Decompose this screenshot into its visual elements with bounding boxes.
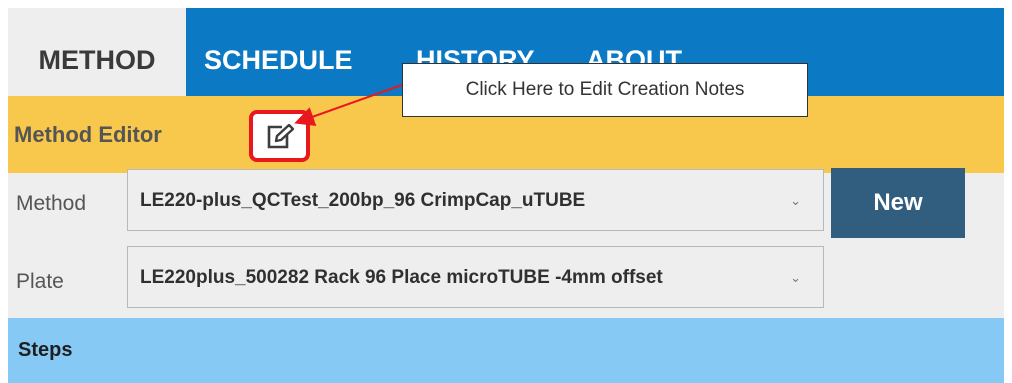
new-method-button[interactable]: New [831, 168, 965, 238]
method-select-value: LE220-plus_QCTest_200bp_96 CrimpCap_uTUB… [140, 190, 586, 211]
steps-label: Steps [18, 339, 73, 361]
edit-icon [267, 124, 294, 149]
tab-schedule[interactable]: SCHEDULE [204, 8, 353, 96]
plate-label: Plate [16, 270, 64, 293]
steps-header: Steps [8, 318, 1004, 383]
edit-notes-button[interactable] [249, 110, 310, 162]
method-label: Method [16, 192, 87, 215]
callout-note: Click Here to Edit Creation Notes [402, 63, 808, 117]
chevron-down-icon: ⌄ [790, 270, 801, 285]
plate-select[interactable]: LE220plus_500282 Rack 96 Place microTUBE… [127, 246, 824, 308]
chevron-down-icon: ⌄ [790, 193, 801, 208]
tab-method[interactable]: METHOD [8, 8, 186, 96]
method-editor-title: Method Editor [14, 122, 162, 147]
plate-select-value: LE220plus_500282 Rack 96 Place microTUBE… [140, 267, 663, 288]
method-select[interactable]: LE220-plus_QCTest_200bp_96 CrimpCap_uTUB… [127, 169, 824, 231]
